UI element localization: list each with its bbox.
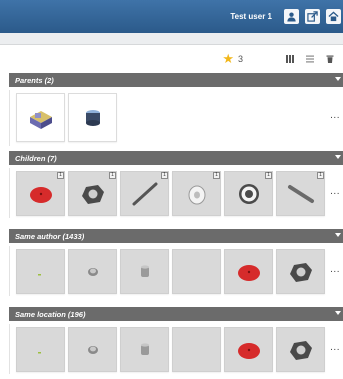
- location-item-5[interactable]: [224, 327, 273, 372]
- child-item-3[interactable]: 1: [120, 171, 169, 216]
- more-same-author[interactable]: ...: [330, 264, 340, 275]
- collapse-caret-icon[interactable]: [335, 155, 341, 159]
- top-header: Test user 1: [0, 0, 343, 33]
- section-header-same-author[interactable]: Same author (1433): [9, 229, 343, 243]
- child-item-4[interactable]: 1: [172, 171, 221, 216]
- child-count-badge: 1: [57, 172, 64, 179]
- author-item-5[interactable]: [224, 249, 273, 294]
- child-count-badge: 1: [213, 172, 220, 179]
- location-item-4[interactable]: [172, 327, 221, 372]
- toolbar: ★ 3: [0, 45, 343, 72]
- section-title: Parents (2): [15, 75, 54, 85]
- child-count-badge: 1: [161, 172, 168, 179]
- more-parents[interactable]: ...: [330, 110, 340, 121]
- section-title: Children (7): [15, 153, 57, 163]
- child-count-badge: 1: [317, 172, 324, 179]
- section-header-children[interactable]: Children (7): [9, 151, 343, 165]
- user-icon[interactable]: [284, 9, 299, 24]
- author-item-6[interactable]: [276, 249, 325, 294]
- parent-item-2[interactable]: [68, 93, 117, 142]
- more-children[interactable]: ...: [330, 186, 340, 197]
- author-item-3[interactable]: [120, 249, 169, 294]
- child-item-1[interactable]: 1: [16, 171, 65, 216]
- collapse-caret-icon[interactable]: [335, 233, 341, 237]
- same-author-row: ...: [9, 246, 343, 296]
- same-location-row: ...: [9, 324, 343, 374]
- children-row: 1 1 1 1 1 1 ...: [9, 168, 343, 218]
- grid-view-icon[interactable]: [283, 52, 297, 66]
- section-title: Same author (1433): [15, 231, 85, 241]
- child-item-2[interactable]: 1: [68, 171, 117, 216]
- more-same-location[interactable]: ...: [330, 342, 340, 353]
- section-header-same-location[interactable]: Same location (196): [9, 307, 343, 321]
- parent-item-1[interactable]: [16, 93, 65, 142]
- child-item-5[interactable]: 1: [224, 171, 273, 216]
- home-icon[interactable]: [326, 9, 341, 24]
- child-count-badge: 1: [109, 172, 116, 179]
- author-item-2[interactable]: [68, 249, 117, 294]
- author-item-1[interactable]: [16, 249, 65, 294]
- sub-header-bar: [0, 33, 343, 45]
- child-count-badge: 1: [265, 172, 272, 179]
- favorite-count: 3: [237, 53, 243, 64]
- location-item-6[interactable]: [276, 327, 325, 372]
- share-icon[interactable]: [305, 9, 320, 24]
- star-icon[interactable]: ★: [222, 52, 234, 65]
- location-item-2[interactable]: [68, 327, 117, 372]
- user-name[interactable]: Test user 1: [230, 12, 272, 21]
- delete-icon[interactable]: [323, 52, 337, 66]
- collapse-caret-icon[interactable]: [335, 77, 341, 81]
- location-item-3[interactable]: [120, 327, 169, 372]
- collapse-caret-icon[interactable]: [335, 311, 341, 315]
- author-item-4[interactable]: [172, 249, 221, 294]
- list-view-icon[interactable]: [303, 52, 317, 66]
- child-item-6[interactable]: 1: [276, 171, 325, 216]
- location-item-1[interactable]: [16, 327, 65, 372]
- section-title: Same location (196): [15, 309, 86, 319]
- section-header-parents[interactable]: Parents (2): [9, 73, 343, 87]
- parents-row: ...: [9, 90, 343, 146]
